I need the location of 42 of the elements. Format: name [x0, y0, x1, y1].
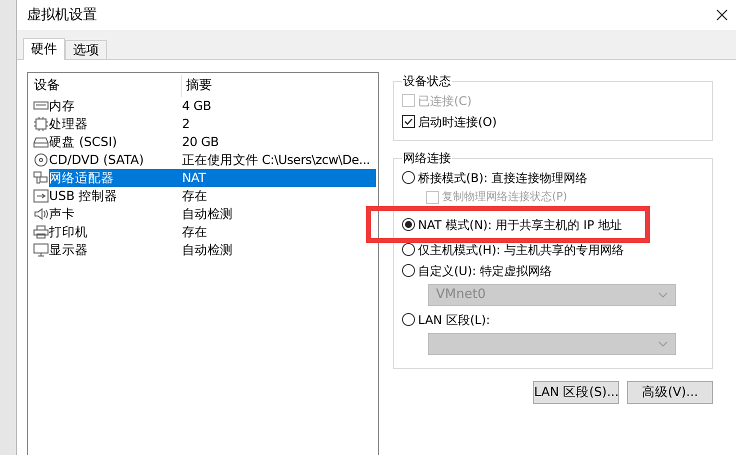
network-icon [33, 171, 49, 185]
dialog-button[interactable]: LAN 区段(S)... [533, 381, 619, 404]
radio-button[interactable] [402, 264, 415, 277]
group-title: 网络连接 [402, 150, 452, 167]
monitor-icon [33, 243, 49, 257]
group-title: 设备状态 [402, 73, 452, 90]
device-row[interactable]: 网络适配器 NAT [49, 169, 376, 187]
usb-icon [33, 189, 49, 203]
tab[interactable]: 选项 [65, 40, 107, 59]
speaker-icon [33, 207, 49, 221]
disc-icon [33, 153, 49, 167]
chip-icon [33, 117, 49, 131]
checkbox-label: 启动时连接(O) [418, 114, 497, 130]
device-row[interactable]: 声卡 自动检测 [49, 205, 376, 223]
radio-button[interactable] [402, 171, 415, 184]
radio-label: LAN 区段(L): [418, 312, 490, 328]
column-header[interactable]: 设备 [30, 75, 182, 97]
radio-label: 自定义(U): 特定虚拟网络 [418, 262, 552, 280]
radio-button[interactable] [402, 313, 415, 326]
radio-label: 桥接模式(B): 直接连接物理网络 [418, 170, 588, 186]
close-icon[interactable] [716, 9, 728, 21]
radio-label: NAT 模式(N): 用于共享主机的 IP 地址 [418, 216, 622, 234]
checkbox[interactable] [402, 115, 415, 128]
window-title: 虚拟机设置 [27, 6, 97, 24]
printer-icon [33, 225, 49, 239]
checkbox-label: 已连接(C) [418, 92, 472, 110]
chevron-down-icon [658, 292, 668, 298]
tab[interactable]: 硬件 [23, 38, 65, 60]
dialog-button[interactable]: 高级(V)... [627, 381, 713, 404]
device-row[interactable]: CD/DVD (SATA) 正在使用文件 C:\Users\zcw\De... [49, 151, 376, 169]
chevron-down-icon [658, 341, 668, 347]
device-row[interactable]: USB 控制器 存在 [49, 187, 376, 205]
device-row[interactable]: 打印机 存在 [49, 223, 376, 241]
device-row[interactable]: 显示器 自动检测 [49, 241, 376, 259]
radio-button[interactable] [402, 218, 415, 231]
column-header[interactable]: 摘要 [182, 75, 376, 97]
device-row[interactable]: 硬盘 (SCSI) 20 GB [49, 133, 376, 151]
device-row[interactable]: 处理器 2 [49, 115, 376, 133]
radio-label: 仅主机模式(H): 与主机共享的专用网络 [418, 242, 624, 258]
checkbox-label: 复制物理网络连接状态(P) [442, 188, 568, 205]
device-row[interactable]: 内存 4 GB [49, 97, 376, 115]
radio-button[interactable] [402, 243, 415, 256]
